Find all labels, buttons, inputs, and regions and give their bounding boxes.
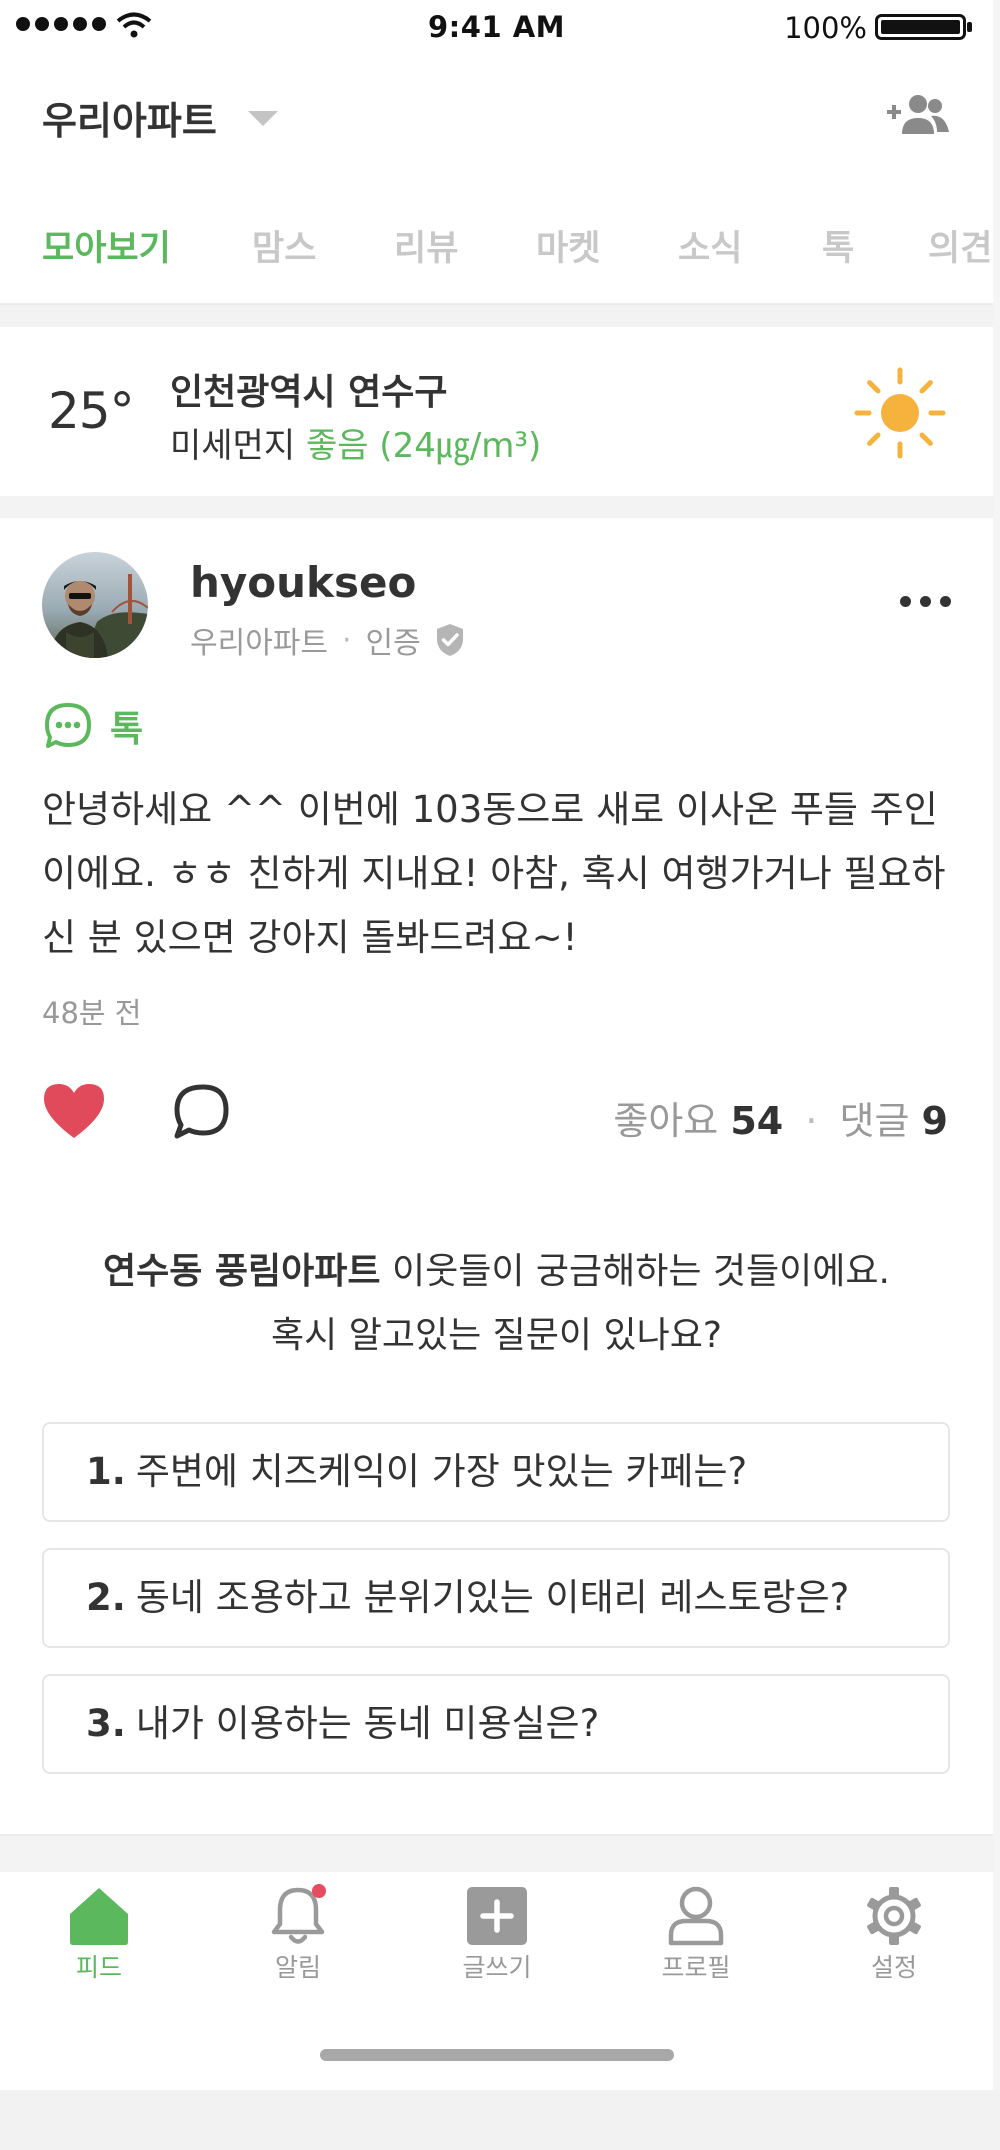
- weather-location: 인천광역시 연수구: [170, 372, 448, 413]
- nav-notifications[interactable]: 알림: [228, 1872, 368, 1984]
- meta-separator: ·: [342, 622, 352, 658]
- section-gap: [0, 496, 993, 518]
- question-number: 3.: [86, 1702, 126, 1745]
- dust-status: 좋음 (24㎍/m³): [305, 426, 542, 466]
- tab-moms[interactable]: 맘스: [252, 220, 316, 271]
- nav-label: 글쓰기: [462, 1953, 532, 1982]
- avatar[interactable]: [42, 552, 148, 658]
- app-screen: 9:41 AM 100% 우리아파트 모아보기 맘스 리뷰 마켓 소식 톡 의견…: [0, 0, 993, 2090]
- sun-icon: [854, 367, 946, 459]
- nav-label: 설정: [870, 1953, 917, 1982]
- post-meta: 우리아파트 · 인증: [190, 618, 465, 662]
- plus-square-icon: [467, 1887, 527, 1945]
- chat-bubble-icon: [45, 703, 91, 748]
- questions-intro-line1: 연수동 풍림아파트 이웃들이 궁금해하는 것들이에요.: [0, 1240, 993, 1304]
- question-card[interactable]: 2. 동네 조용하고 분위기있는 이태리 레스토랑은?: [42, 1548, 950, 1648]
- comments-label: 댓글: [839, 1099, 910, 1143]
- likes-count: 54: [730, 1099, 784, 1143]
- status-bar: 9:41 AM 100%: [0, 0, 993, 55]
- question-number: 2.: [86, 1576, 126, 1619]
- post-body: 안녕하세요 ^^ 이번에 103동으로 새로 이사온 푸들 주인이에요. ㅎㅎ …: [42, 788, 946, 959]
- heart-icon[interactable]: [42, 1082, 106, 1140]
- question-text: 주변에 치즈케익이 가장 맛있는 카페는?: [135, 1450, 748, 1493]
- tab-all[interactable]: 모아보기: [42, 220, 171, 271]
- category-tabs: 모아보기 맘스 리뷰 마켓 소식 톡 의견: [0, 220, 993, 290]
- tab-review[interactable]: 리뷰: [394, 220, 458, 271]
- post-username[interactable]: hyoukseo: [190, 558, 416, 607]
- tab-talk[interactable]: 톡: [822, 220, 854, 271]
- home-icon: [70, 1888, 128, 1945]
- battery-icon: [875, 14, 972, 40]
- shield-check-icon: [436, 624, 463, 656]
- nav-settings[interactable]: 설정: [824, 1872, 964, 1984]
- section-gap: [0, 1834, 993, 1872]
- tab-news[interactable]: 소식: [678, 220, 742, 271]
- post-category: 톡: [110, 709, 144, 750]
- more-options-icon[interactable]: [900, 596, 951, 607]
- dust-info: 미세먼지 좋음 (24㎍/m³): [170, 418, 541, 467]
- comments-count: 9: [921, 1099, 948, 1143]
- nav-label: 피드: [75, 1953, 122, 1982]
- notification-badge: [312, 1884, 326, 1898]
- dust-label: 미세먼지: [170, 426, 296, 466]
- post-apartment: 우리아파트: [190, 626, 328, 661]
- question-text: 내가 이용하는 동네 미용실은?: [135, 1702, 600, 1745]
- likes-label: 좋아요: [613, 1099, 719, 1143]
- questions-intro-text: 이웃들이 궁금해하는 것들이에요.: [380, 1251, 890, 1292]
- reaction-counts: 좋아요 54 · 댓글 9: [613, 1090, 948, 1145]
- nav-label: 알림: [274, 1953, 321, 1982]
- tab-opinion[interactable]: 의견: [928, 220, 992, 271]
- weather-temperature: 25°: [48, 382, 135, 440]
- questions-intro-line2: 혹시 알고있는 질문이 있나요?: [271, 1315, 722, 1356]
- background-strip: [0, 2090, 1000, 2150]
- counts-separator: ·: [805, 1099, 818, 1143]
- question-card[interactable]: 3. 내가 이용하는 동네 미용실은?: [42, 1674, 950, 1774]
- questions-intro: 연수동 풍림아파트 이웃들이 궁금해하는 것들이에요. 혹시 알고있는 질문이 …: [0, 1240, 993, 1368]
- section-gap: [0, 305, 993, 327]
- add-user-icon[interactable]: [885, 92, 951, 136]
- comment-icon[interactable]: [172, 1083, 230, 1141]
- home-indicator: [320, 2049, 674, 2061]
- questions-apartment: 연수동 풍림아파트: [103, 1251, 381, 1292]
- battery-percent: 100%: [784, 11, 867, 45]
- profile-icon: [668, 1886, 724, 1946]
- nav-profile[interactable]: 프로필: [626, 1872, 766, 1984]
- nav-feed[interactable]: 피드: [29, 1872, 169, 1984]
- chevron-down-icon[interactable]: [248, 111, 278, 126]
- question-number: 1.: [86, 1450, 126, 1493]
- gear-icon: [867, 1887, 921, 1945]
- apartment-selector[interactable]: 우리아파트: [42, 90, 217, 145]
- nav-write[interactable]: 글쓰기: [427, 1872, 567, 1984]
- question-text: 동네 조용하고 분위기있는 이태리 레스토랑은?: [135, 1576, 850, 1619]
- nav-label: 프로필: [661, 1953, 731, 1982]
- question-card[interactable]: 1. 주변에 치즈케익이 가장 맛있는 카페는?: [42, 1422, 950, 1522]
- verified-label: 인증: [365, 626, 421, 661]
- tab-market[interactable]: 마켓: [536, 220, 600, 271]
- post-timestamp: 48분 전: [42, 996, 142, 1030]
